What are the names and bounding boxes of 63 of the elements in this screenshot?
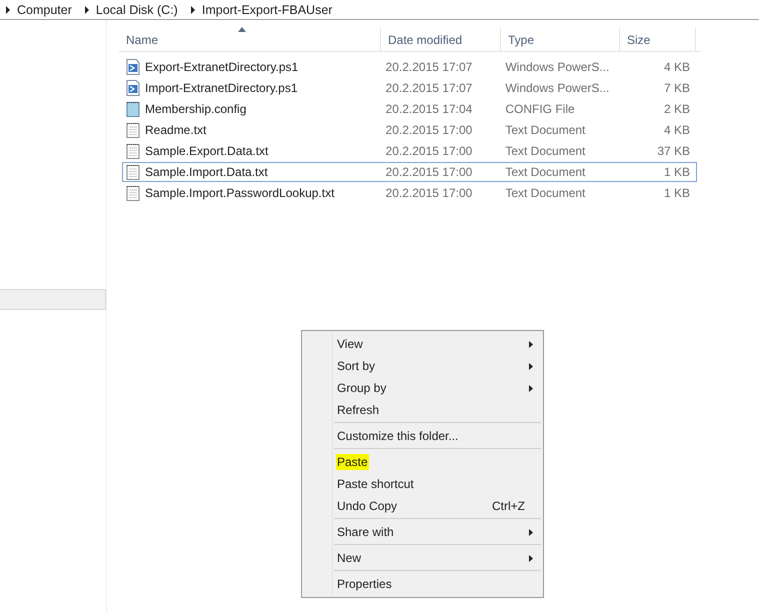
file-size: 1 KB: [664, 186, 690, 200]
text-file-icon: [126, 164, 140, 180]
column-header[interactable]: Date modified: [381, 28, 501, 51]
date-modified: 20.2.2015 17:00: [386, 165, 472, 179]
file-type: Text Document: [505, 144, 586, 158]
config-file-icon: [126, 101, 140, 117]
menu-item[interactable]: Sort by: [302, 355, 543, 377]
menu-item[interactable]: Customize this folder...: [302, 425, 543, 447]
menu-item[interactable]: New: [302, 547, 543, 569]
file-row[interactable]: Import-ExtranetDirectory.ps1 20.2.2015 17:07 Windows PowerS... 7 KB: [122, 78, 697, 98]
file-name: Sample.Export.Data.txt: [145, 144, 268, 158]
file-type: Windows PowerS...: [505, 81, 610, 95]
chevron-icon[interactable]: [5, 6, 11, 14]
file-name: Import-ExtranetDirectory.ps1: [145, 81, 298, 95]
file-type: Text Document: [505, 186, 586, 200]
column-header[interactable]: Type: [501, 28, 620, 51]
text-file-icon: [126, 185, 140, 201]
breadcrumb-item[interactable]: Computer: [17, 2, 72, 16]
file-name: Sample.Import.PasswordLookup.txt: [145, 186, 334, 200]
file-row[interactable]: Sample.Export.Data.txt 20.2.2015 17:00 Text Document 37 KB: [122, 141, 697, 161]
column-header[interactable]: Name: [119, 28, 381, 51]
date-modified: 20.2.2015 17:07: [386, 60, 472, 74]
menu-item[interactable]: Paste shortcut: [302, 473, 543, 495]
menu-item[interactable]: Share with: [302, 521, 543, 543]
script-file-icon: [126, 59, 140, 75]
file-size: 1 KB: [664, 165, 690, 179]
file-size: 4 KB: [664, 60, 690, 74]
chevron-icon[interactable]: [190, 6, 196, 14]
file-row[interactable]: Export-ExtranetDirectory.ps1 20.2.2015 17:07 Windows PowerS... 4 KB: [122, 57, 697, 77]
file-row[interactable]: Membership.config 20.2.2015 17:04 CONFIG File 2 KB: [122, 99, 697, 119]
breadcrumb-item[interactable]: Import-Export-FBAUser: [202, 2, 332, 16]
menu-item[interactable]: Undo Copy Ctrl+Z: [302, 495, 543, 517]
menu-item[interactable]: Paste: [302, 451, 543, 473]
date-modified: 20.2.2015 17:00: [386, 144, 472, 158]
file-size: 7 KB: [664, 81, 690, 95]
file-size: 2 KB: [664, 102, 690, 116]
date-modified: 20.2.2015 17:07: [386, 81, 472, 95]
text-file-icon: [126, 122, 140, 138]
file-size: 4 KB: [664, 123, 690, 137]
file-size: 37 KB: [657, 144, 690, 158]
menu-item[interactable]: View: [302, 333, 543, 355]
chevron-icon[interactable]: [84, 6, 90, 14]
date-modified: 20.2.2015 17:00: [386, 186, 472, 200]
date-modified: 20.2.2015 17:04: [386, 102, 472, 116]
file-row[interactable]: Sample.Import.PasswordLookup.txt 20.2.2015 17:00 Text Document 1 KB: [122, 183, 697, 203]
menu-item[interactable]: Properties: [302, 573, 543, 595]
file-row[interactable]: Readme.txt 20.2.2015 17:00 Text Document 4 KB: [122, 120, 697, 140]
file-name: Sample.Import.Data.txt: [145, 165, 268, 179]
file-type: Text Document: [505, 165, 586, 179]
file-name: Membership.config: [145, 102, 246, 116]
text-file-icon: [126, 143, 140, 159]
breadcrumb-item[interactable]: Local Disk (C:): [96, 2, 178, 16]
menu-item[interactable]: Group by: [302, 377, 543, 399]
file-type: Windows PowerS...: [505, 60, 610, 74]
date-modified: 20.2.2015 17:00: [386, 123, 472, 137]
script-file-icon: [126, 80, 140, 96]
file-type: Text Document: [505, 123, 586, 137]
file-name: Export-ExtranetDirectory.ps1: [145, 60, 298, 74]
file-row[interactable]: Sample.Import.Data.txt 20.2.2015 17:00 Text Document 1 KB: [122, 162, 697, 182]
column-header[interactable]: Size: [620, 28, 696, 51]
file-name: Readme.txt: [145, 123, 206, 137]
file-type: CONFIG File: [505, 102, 575, 116]
menu-item[interactable]: Refresh: [302, 399, 543, 421]
